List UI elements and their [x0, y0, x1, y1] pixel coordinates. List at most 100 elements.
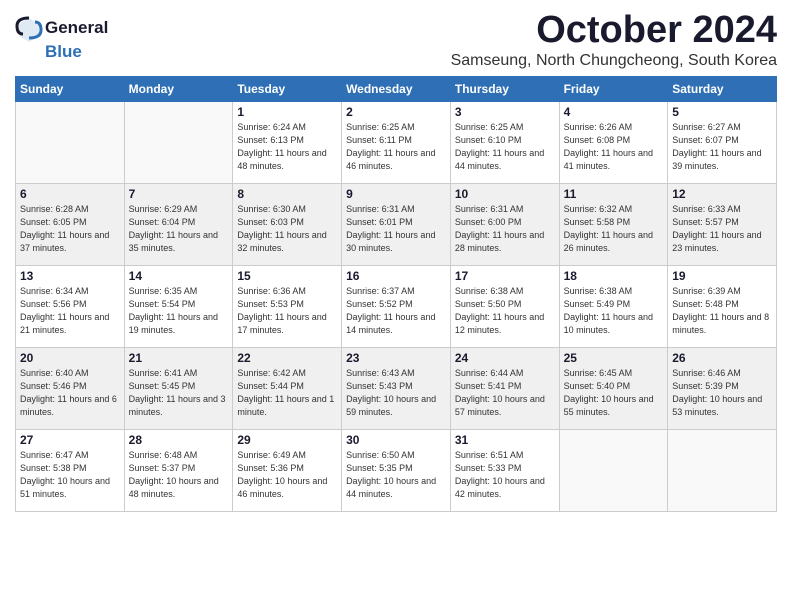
- day-info: Sunrise: 6:45 AM Sunset: 5:40 PM Dayligh…: [564, 367, 664, 419]
- day-number: 18: [564, 269, 664, 283]
- day-info: Sunrise: 6:47 AM Sunset: 5:38 PM Dayligh…: [20, 449, 120, 501]
- day-info: Sunrise: 6:40 AM Sunset: 5:46 PM Dayligh…: [20, 367, 120, 419]
- day-number: 2: [346, 105, 446, 119]
- day-number: 12: [672, 187, 772, 201]
- day-info: Sunrise: 6:48 AM Sunset: 5:37 PM Dayligh…: [129, 449, 229, 501]
- day-number: 22: [237, 351, 337, 365]
- day-info: Sunrise: 6:36 AM Sunset: 5:53 PM Dayligh…: [237, 285, 337, 337]
- calendar-week-3: 13 Sunrise: 6:34 AM Sunset: 5:56 PM Dayli…: [16, 265, 777, 347]
- day-info: Sunrise: 6:51 AM Sunset: 5:33 PM Dayligh…: [455, 449, 555, 501]
- day-info: Sunrise: 6:38 AM Sunset: 5:50 PM Dayligh…: [455, 285, 555, 337]
- calendar-cell: 25 Sunrise: 6:45 AM Sunset: 5:40 PM Dayli…: [559, 347, 668, 429]
- day-number: 26: [672, 351, 772, 365]
- calendar-cell: 29 Sunrise: 6:49 AM Sunset: 5:36 PM Dayli…: [233, 429, 342, 511]
- calendar-week-4: 20 Sunrise: 6:40 AM Sunset: 5:46 PM Dayli…: [16, 347, 777, 429]
- day-info: Sunrise: 6:24 AM Sunset: 6:13 PM Dayligh…: [237, 121, 337, 173]
- logo: General Blue: [15, 14, 108, 62]
- calendar-cell: 20 Sunrise: 6:40 AM Sunset: 5:46 PM Dayli…: [16, 347, 125, 429]
- calendar-cell: 23Sunrise: 6:43 AM Sunset: 5:43 PM Dayli…: [342, 347, 451, 429]
- day-number: 9: [346, 187, 446, 201]
- calendar-cell: [124, 101, 233, 183]
- day-info: Sunrise: 6:27 AM Sunset: 6:07 PM Dayligh…: [672, 121, 772, 173]
- day-number: 1: [237, 105, 337, 119]
- calendar-cell: 4 Sunrise: 6:26 AM Sunset: 6:08 PM Daylig…: [559, 101, 668, 183]
- col-friday: Friday: [559, 76, 668, 101]
- day-info: Sunrise: 6:32 AM Sunset: 5:58 PM Dayligh…: [564, 203, 664, 255]
- day-number: 27: [20, 433, 120, 447]
- day-info: Sunrise: 6:35 AM Sunset: 5:54 PM Dayligh…: [129, 285, 229, 337]
- calendar-cell: [559, 429, 668, 511]
- day-number: 25: [564, 351, 664, 365]
- calendar-cell: 12Sunrise: 6:33 AM Sunset: 5:57 PM Dayli…: [668, 183, 777, 265]
- day-number: 15: [237, 269, 337, 283]
- calendar-cell: 15 Sunrise: 6:36 AM Sunset: 5:53 PM Dayli…: [233, 265, 342, 347]
- day-number: 4: [564, 105, 664, 119]
- day-number: 13: [20, 269, 120, 283]
- calendar-cell: 5 Sunrise: 6:27 AM Sunset: 6:07 PM Daylig…: [668, 101, 777, 183]
- calendar-cell: 27 Sunrise: 6:47 AM Sunset: 5:38 PM Dayli…: [16, 429, 125, 511]
- day-info: Sunrise: 6:44 AM Sunset: 5:41 PM Dayligh…: [455, 367, 555, 419]
- day-number: 6: [20, 187, 120, 201]
- day-number: 20: [20, 351, 120, 365]
- day-number: 19: [672, 269, 772, 283]
- calendar-cell: 24Sunrise: 6:44 AM Sunset: 5:41 PM Dayli…: [450, 347, 559, 429]
- day-info: Sunrise: 6:29 AM Sunset: 6:04 PM Dayligh…: [129, 203, 229, 255]
- day-info: Sunrise: 6:26 AM Sunset: 6:08 PM Dayligh…: [564, 121, 664, 173]
- day-number: 17: [455, 269, 555, 283]
- calendar-cell: 1 Sunrise: 6:24 AM Sunset: 6:13 PM Daylig…: [233, 101, 342, 183]
- day-info: Sunrise: 6:28 AM Sunset: 6:05 PM Dayligh…: [20, 203, 120, 255]
- day-info: Sunrise: 6:41 AM Sunset: 5:45 PM Dayligh…: [129, 367, 229, 419]
- day-info: Sunrise: 6:50 AM Sunset: 5:35 PM Dayligh…: [346, 449, 446, 501]
- calendar-cell: 14Sunrise: 6:35 AM Sunset: 5:54 PM Dayli…: [124, 265, 233, 347]
- day-number: 29: [237, 433, 337, 447]
- day-info: Sunrise: 6:49 AM Sunset: 5:36 PM Dayligh…: [237, 449, 337, 501]
- day-number: 7: [129, 187, 229, 201]
- day-number: 21: [129, 351, 229, 365]
- calendar-cell: 6 Sunrise: 6:28 AM Sunset: 6:05 PM Daylig…: [16, 183, 125, 265]
- day-info: Sunrise: 6:42 AM Sunset: 5:44 PM Dayligh…: [237, 367, 337, 419]
- calendar-week-2: 6 Sunrise: 6:28 AM Sunset: 6:05 PM Daylig…: [16, 183, 777, 265]
- day-number: 16: [346, 269, 446, 283]
- calendar-cell: 13 Sunrise: 6:34 AM Sunset: 5:56 PM Dayli…: [16, 265, 125, 347]
- day-info: Sunrise: 6:38 AM Sunset: 5:49 PM Dayligh…: [564, 285, 664, 337]
- calendar-cell: 3Sunrise: 6:25 AM Sunset: 6:10 PM Daylig…: [450, 101, 559, 183]
- day-info: Sunrise: 6:25 AM Sunset: 6:11 PM Dayligh…: [346, 121, 446, 173]
- calendar-cell: 18 Sunrise: 6:38 AM Sunset: 5:49 PM Dayli…: [559, 265, 668, 347]
- calendar-cell: 26 Sunrise: 6:46 AM Sunset: 5:39 PM Dayli…: [668, 347, 777, 429]
- calendar-week-5: 27 Sunrise: 6:47 AM Sunset: 5:38 PM Dayli…: [16, 429, 777, 511]
- day-info: Sunrise: 6:39 AM Sunset: 5:48 PM Dayligh…: [672, 285, 772, 337]
- day-number: 23: [346, 351, 446, 365]
- calendar-cell: [668, 429, 777, 511]
- calendar-cell: 17 Sunrise: 6:38 AM Sunset: 5:50 PM Dayli…: [450, 265, 559, 347]
- calendar-cell: 9 Sunrise: 6:31 AM Sunset: 6:01 PM Daylig…: [342, 183, 451, 265]
- calendar-cell: 7 Sunrise: 6:29 AM Sunset: 6:04 PM Daylig…: [124, 183, 233, 265]
- day-info: Sunrise: 6:30 AM Sunset: 6:03 PM Dayligh…: [237, 203, 337, 255]
- day-number: 8: [237, 187, 337, 201]
- day-number: 10: [455, 187, 555, 201]
- day-info: Sunrise: 6:34 AM Sunset: 5:56 PM Dayligh…: [20, 285, 120, 337]
- calendar-cell: [16, 101, 125, 183]
- day-info: Sunrise: 6:46 AM Sunset: 5:39 PM Dayligh…: [672, 367, 772, 419]
- calendar-cell: 30 Sunrise: 6:50 AM Sunset: 5:35 PM Dayli…: [342, 429, 451, 511]
- col-thursday: Thursday: [450, 76, 559, 101]
- day-info: Sunrise: 6:31 AM Sunset: 6:01 PM Dayligh…: [346, 203, 446, 255]
- day-number: 28: [129, 433, 229, 447]
- calendar-cell: 10 Sunrise: 6:31 AM Sunset: 6:00 PM Dayli…: [450, 183, 559, 265]
- col-monday: Monday: [124, 76, 233, 101]
- calendar-cell: 19 Sunrise: 6:39 AM Sunset: 5:48 PM Dayli…: [668, 265, 777, 347]
- day-number: 3: [455, 105, 555, 119]
- col-saturday: Saturday: [668, 76, 777, 101]
- col-sunday: Sunday: [16, 76, 125, 101]
- day-info: Sunrise: 6:31 AM Sunset: 6:00 PM Dayligh…: [455, 203, 555, 255]
- header: General Blue October 2024 Samseung, Nort…: [15, 10, 777, 70]
- day-number: 5: [672, 105, 772, 119]
- col-tuesday: Tuesday: [233, 76, 342, 101]
- subtitle: Samseung, North Chungcheong, South Korea: [451, 52, 777, 70]
- month-title: October 2024: [451, 10, 777, 52]
- calendar-week-1: 1 Sunrise: 6:24 AM Sunset: 6:13 PM Daylig…: [16, 101, 777, 183]
- calendar: Sunday Monday Tuesday Wednesday Thursday…: [15, 76, 777, 512]
- calendar-cell: 11Sunrise: 6:32 AM Sunset: 5:58 PM Dayli…: [559, 183, 668, 265]
- day-number: 30: [346, 433, 446, 447]
- calendar-header-row: Sunday Monday Tuesday Wednesday Thursday…: [16, 76, 777, 101]
- calendar-cell: 31Sunrise: 6:51 AM Sunset: 5:33 PM Dayli…: [450, 429, 559, 511]
